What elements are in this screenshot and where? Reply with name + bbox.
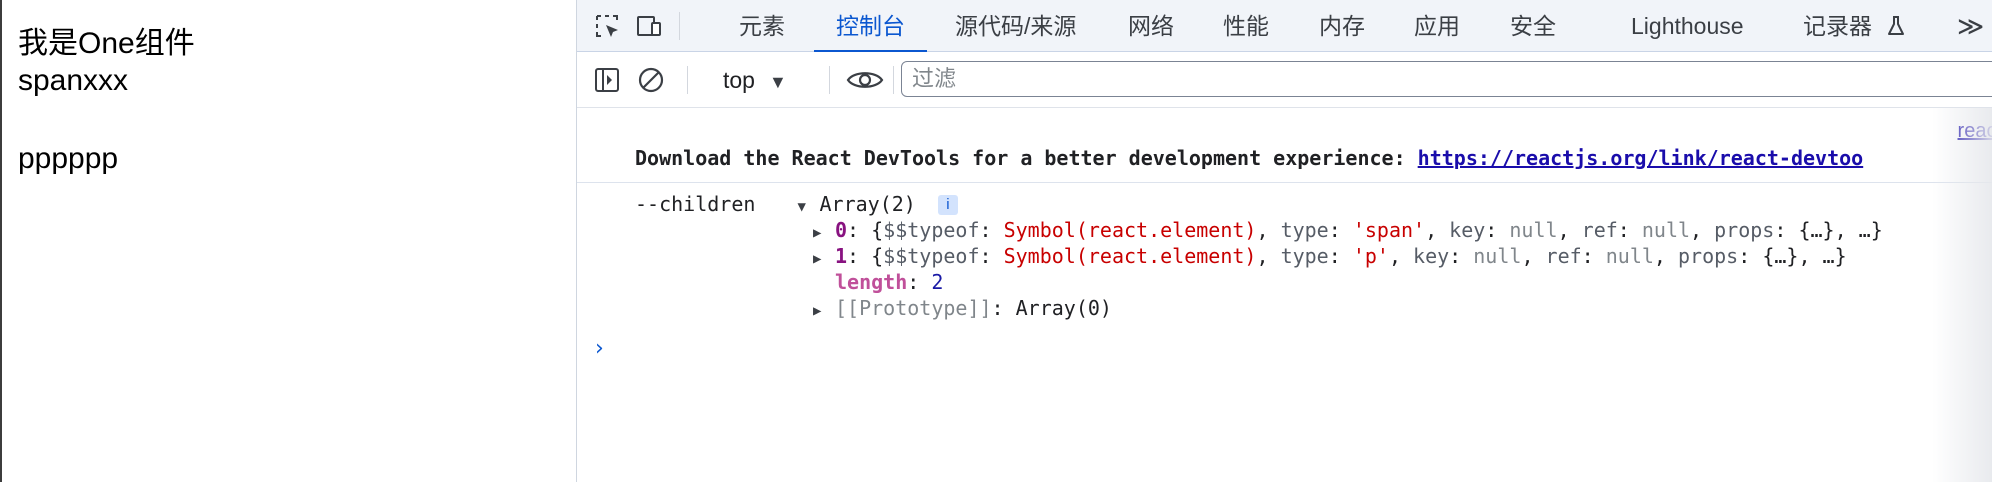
info-icon[interactable]: i (937, 195, 958, 215)
triangle-down-icon: ▼ (797, 199, 806, 215)
prop-value: {…} (1798, 218, 1835, 242)
toolbar-separator (893, 66, 894, 94)
prop-value: 'p' (1352, 244, 1389, 268)
flask-icon (1886, 3, 1906, 55)
devtools-panel: 元素 控制台 源代码/来源 网络 性能 内存 应用 安全 Lighthouse … (576, 0, 1992, 482)
tab-recorder-label: 记录器 (1803, 13, 1872, 39)
more-tabs-button[interactable]: ≫ (1957, 0, 1984, 52)
array-length-row: length: 2 (835, 270, 944, 294)
tab-recorder[interactable]: 记录器 (1803, 0, 1906, 52)
console-message-devtools: Download the React DevTools for a better… (635, 146, 1863, 170)
prop-value: null (1605, 244, 1654, 268)
inspect-element-icon[interactable] (591, 10, 623, 42)
page-viewport: 我是One组件 spanxxx pppppp (0, 0, 576, 482)
prototype-row[interactable]: ▶ [[Prototype]]: Array(0) (813, 296, 1112, 320)
download-text: Download the React DevTools for a better… (635, 146, 1418, 170)
prop-value: null (1473, 244, 1522, 268)
prop-value: {…} (1762, 244, 1799, 268)
tab-network[interactable]: 网络 (1128, 0, 1174, 52)
item-index: 0 (835, 218, 848, 242)
tab-memory[interactable]: 内存 (1319, 0, 1365, 52)
panel-edge-shadow (1932, 108, 1992, 482)
tab-elements[interactable]: 元素 (739, 0, 785, 52)
toolbar-separator (687, 66, 688, 94)
sidebar-toggle-icon[interactable] (591, 64, 623, 96)
prototype-value: Array(0) (1015, 296, 1112, 320)
length-key: length (835, 270, 908, 294)
triangle-right-icon: ▶ (813, 303, 822, 319)
prop-key: $$typeof (883, 218, 980, 242)
caret-down-icon: ▼ (768, 72, 787, 92)
prop-key: ref (1581, 218, 1618, 242)
console-log-children: --children ▼ Array(2) i (635, 192, 958, 216)
tabbar-separator (679, 12, 680, 40)
context-selector-value: top (723, 67, 755, 93)
span-text: spanxxx (18, 64, 129, 97)
prop-key: props (1714, 218, 1775, 242)
filter-input[interactable] (901, 61, 1992, 97)
prop-key: props (1678, 244, 1739, 268)
array-expander[interactable]: ▼ Array(2) (798, 192, 928, 216)
prop-key: key (1413, 244, 1450, 268)
prop-key: $$typeof (883, 244, 980, 268)
toolbar-separator (829, 66, 830, 94)
prop-key: type (1280, 218, 1329, 242)
prop-value: null (1641, 218, 1691, 242)
component-title: 我是One组件 (18, 27, 195, 60)
message-divider (577, 182, 1992, 183)
tab-sources[interactable]: 源代码/来源 (955, 0, 1076, 52)
console-output: react Download the React DevTools for a … (577, 108, 1992, 482)
prototype-key: [[Prototype]] (835, 296, 992, 320)
length-value: 2 (931, 270, 944, 294)
tab-application[interactable]: 应用 (1414, 0, 1460, 52)
react-devtools-link[interactable]: https://reactjs.org/link/react-devtoo (1418, 146, 1864, 170)
prop-value: 'span' (1352, 218, 1426, 242)
tab-lighthouse[interactable]: Lighthouse (1631, 0, 1744, 52)
paragraph-text: pppppp (18, 142, 119, 175)
prop-key: key (1449, 218, 1486, 242)
prop-value: Symbol(react.element) (1003, 218, 1257, 242)
triangle-right-icon: ▶ (813, 225, 822, 241)
prop-value: null (1509, 218, 1558, 242)
console-toolbar: top ▼ (577, 52, 1992, 108)
array-item-row[interactable]: ▶ 0: {$$typeof: Symbol(react.element), ty… (813, 218, 1883, 242)
item-index: 1 (835, 244, 848, 268)
prop-key: type (1280, 244, 1329, 268)
prop-key: ref (1545, 244, 1582, 268)
tab-security[interactable]: 安全 (1510, 0, 1556, 52)
log-label: --children (635, 192, 756, 216)
devtools-tabbar: 元素 控制台 源代码/来源 网络 性能 内存 应用 安全 Lighthouse … (577, 0, 1992, 53)
clear-console-icon[interactable] (635, 64, 667, 96)
array-item-row[interactable]: ▶ 1: {$$typeof: Symbol(react.element), ty… (813, 244, 1847, 268)
prop-value: Symbol(react.element) (1003, 244, 1257, 268)
prop-tail: , …} (1834, 218, 1883, 242)
tab-performance[interactable]: 性能 (1223, 0, 1269, 52)
triangle-right-icon: ▶ (813, 251, 822, 267)
prop-tail: , …} (1798, 244, 1847, 268)
tab-console[interactable]: 控制台 (814, 0, 927, 53)
eye-icon[interactable] (845, 64, 885, 96)
device-toolbar-icon[interactable] (633, 10, 665, 42)
context-selector[interactable]: top ▼ (723, 65, 787, 95)
array-summary: Array(2) (819, 192, 916, 216)
console-prompt-icon[interactable]: › (595, 336, 604, 361)
